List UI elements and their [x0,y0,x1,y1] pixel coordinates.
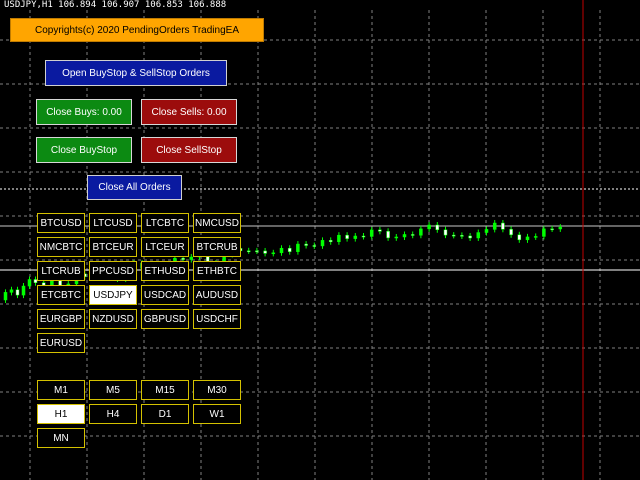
symbol-button-ethbtc[interactable]: ETHBTC [193,261,241,281]
close-sellstop-button[interactable]: Close SellStop [141,137,237,163]
candlesticks [3,220,563,303]
timeframe-button-d1[interactable]: D1 [141,404,189,424]
symbol-button-gbpusd[interactable]: GBPUSD [141,309,189,329]
candle [246,247,251,254]
candle [394,233,399,241]
candle [550,225,554,232]
candle [451,232,456,239]
symbol-button-btceur[interactable]: BTCEUR [89,237,137,257]
timeframe-button-h1[interactable]: H1 [37,404,85,424]
copyright-banner: Copyrights(c) 2020 PendingOrders Trading… [10,18,264,42]
close-buys-button[interactable]: Close Buys: 0.00 [36,99,132,125]
candle [320,237,325,249]
candle [296,241,300,255]
close-sells-button[interactable]: Close Sells: 0.00 [141,99,237,125]
chart-window: USDJPY,H1 106.894 106.907 106.853 106.88… [0,0,640,480]
symbol-button-audusd[interactable]: AUDUSD [193,285,241,305]
candle [460,232,464,239]
candle [402,231,407,240]
symbol-button-nzdusd[interactable]: NZDUSD [89,309,137,329]
symbol-button-btcrub[interactable]: BTCRUB [193,237,241,257]
candle [484,226,489,236]
symbol-button-ltcusd[interactable]: LTCUSD [89,213,137,233]
candle [27,276,32,290]
candle [255,247,259,254]
symbol-button-btcusd[interactable]: BTCUSD [37,213,85,233]
timeframe-button-w1[interactable]: W1 [193,404,241,424]
candle [328,237,333,245]
candle [3,289,8,303]
candle [419,225,423,239]
candle [9,286,14,296]
candle [369,226,374,240]
timeframe-button-m15[interactable]: M15 [141,380,189,400]
candle [304,241,308,249]
candle [501,220,505,233]
candle [271,249,276,257]
candle [21,283,26,299]
candle [15,286,20,299]
candle [361,233,366,240]
symbol-button-ltcrub[interactable]: LTCRUB [37,261,85,281]
symbol-button-usdcad[interactable]: USDCAD [141,285,189,305]
candle [427,222,431,232]
symbol-button-nmcbtc[interactable]: NMCBTC [37,237,85,257]
symbol-button-ethusd[interactable]: ETHUSD [141,261,189,281]
symbol-ticker: USDJPY,H1 106.894 106.907 106.853 106.88… [4,0,227,10]
candle [558,224,563,232]
candle [312,242,317,249]
candle [492,220,497,233]
symbol-button-eurusd[interactable]: EURUSD [37,333,85,353]
candle [287,245,292,255]
candle [517,231,522,243]
symbol-button-ppcusd[interactable]: PPCUSD [89,261,137,281]
candle [378,226,382,235]
open-orders-button[interactable]: Open BuyStop & SellStop Orders [45,60,227,86]
symbol-button-nmcusd[interactable]: NMCUSD [193,213,241,233]
close-buystop-button[interactable]: Close BuyStop [36,137,132,163]
symbol-button-usdchf[interactable]: USDCHF [193,309,241,329]
symbol-button-ltcbtc[interactable]: LTCBTC [141,213,189,233]
candle [509,226,513,238]
candle [435,222,440,233]
candle [410,231,415,239]
candle [353,233,358,242]
candle [386,228,390,241]
candle [533,233,538,240]
candle [525,233,530,243]
close-all-orders-button[interactable]: Close All Orders [87,175,182,200]
candle [337,232,341,245]
symbol-button-eurgbp[interactable]: EURGBP [37,309,85,329]
symbol-button-etcbtc[interactable]: ETCBTC [37,285,85,305]
candle [443,226,448,239]
timeframe-button-m1[interactable]: M1 [37,380,85,400]
timeframe-button-m5[interactable]: M5 [89,380,137,400]
candle [476,229,481,241]
candle [468,232,472,241]
candle [345,232,349,242]
symbol-button-ltceur[interactable]: LTCEUR [141,237,189,257]
timeframe-button-mn[interactable]: MN [37,428,85,448]
symbol-button-usdjpy[interactable]: USDJPY [89,285,137,305]
timeframe-button-h4[interactable]: H4 [89,404,137,424]
candle [263,247,267,257]
candle [279,245,284,256]
timeframe-button-m30[interactable]: M30 [193,380,241,400]
